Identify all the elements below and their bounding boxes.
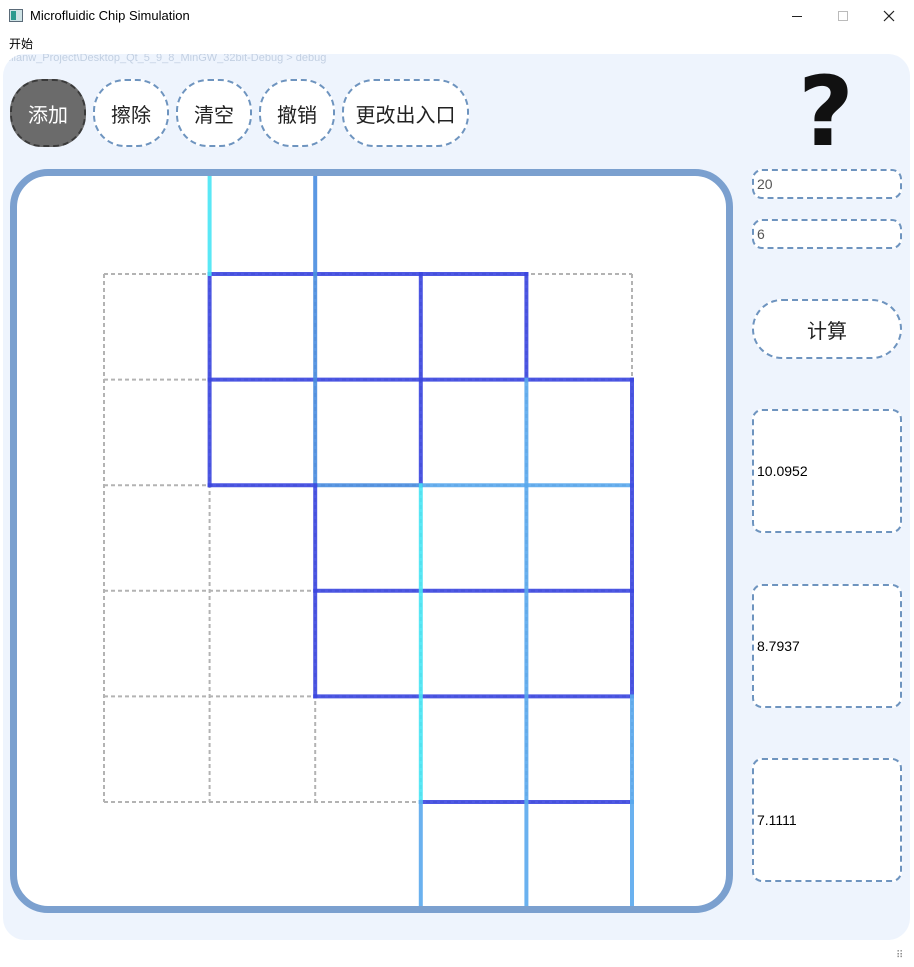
app-icon: [9, 9, 23, 22]
close-button[interactable]: [866, 0, 912, 32]
result-output-1: 10.0952: [752, 409, 902, 533]
maximize-icon: [838, 11, 848, 21]
close-icon: [883, 10, 895, 22]
param-input-2[interactable]: [752, 219, 902, 249]
minimize-button[interactable]: [774, 0, 820, 32]
change-ports-button[interactable]: 更改出入口: [342, 79, 469, 147]
chip-canvas[interactable]: [10, 169, 733, 913]
param-input-1[interactable]: [752, 169, 902, 199]
menu-bar: 开始: [0, 32, 914, 54]
channel-grid[interactable]: [10, 169, 733, 913]
menu-start[interactable]: 开始: [9, 35, 33, 52]
calculate-button[interactable]: 计算: [752, 299, 902, 359]
title-bar: Microfluidic Chip Simulation: [0, 0, 914, 32]
result-output-2: 8.7937: [752, 584, 902, 708]
ghost-path-text: uilanw_Project\Desktop_Qt_5_9_8_MinGW_32…: [5, 54, 327, 64]
question-mark-icon[interactable]: ?: [786, 62, 866, 162]
add-button[interactable]: 添加: [10, 79, 86, 147]
resize-grip-icon[interactable]: ⠿: [896, 950, 903, 961]
maximize-button[interactable]: [820, 0, 866, 32]
result-output-3: 7.1111: [752, 758, 902, 882]
minimize-icon: [792, 16, 802, 17]
undo-button[interactable]: 撤销: [259, 79, 335, 147]
clear-button[interactable]: 清空: [176, 79, 252, 147]
erase-button[interactable]: 擦除: [93, 79, 169, 147]
window-title: Microfluidic Chip Simulation: [30, 8, 190, 23]
